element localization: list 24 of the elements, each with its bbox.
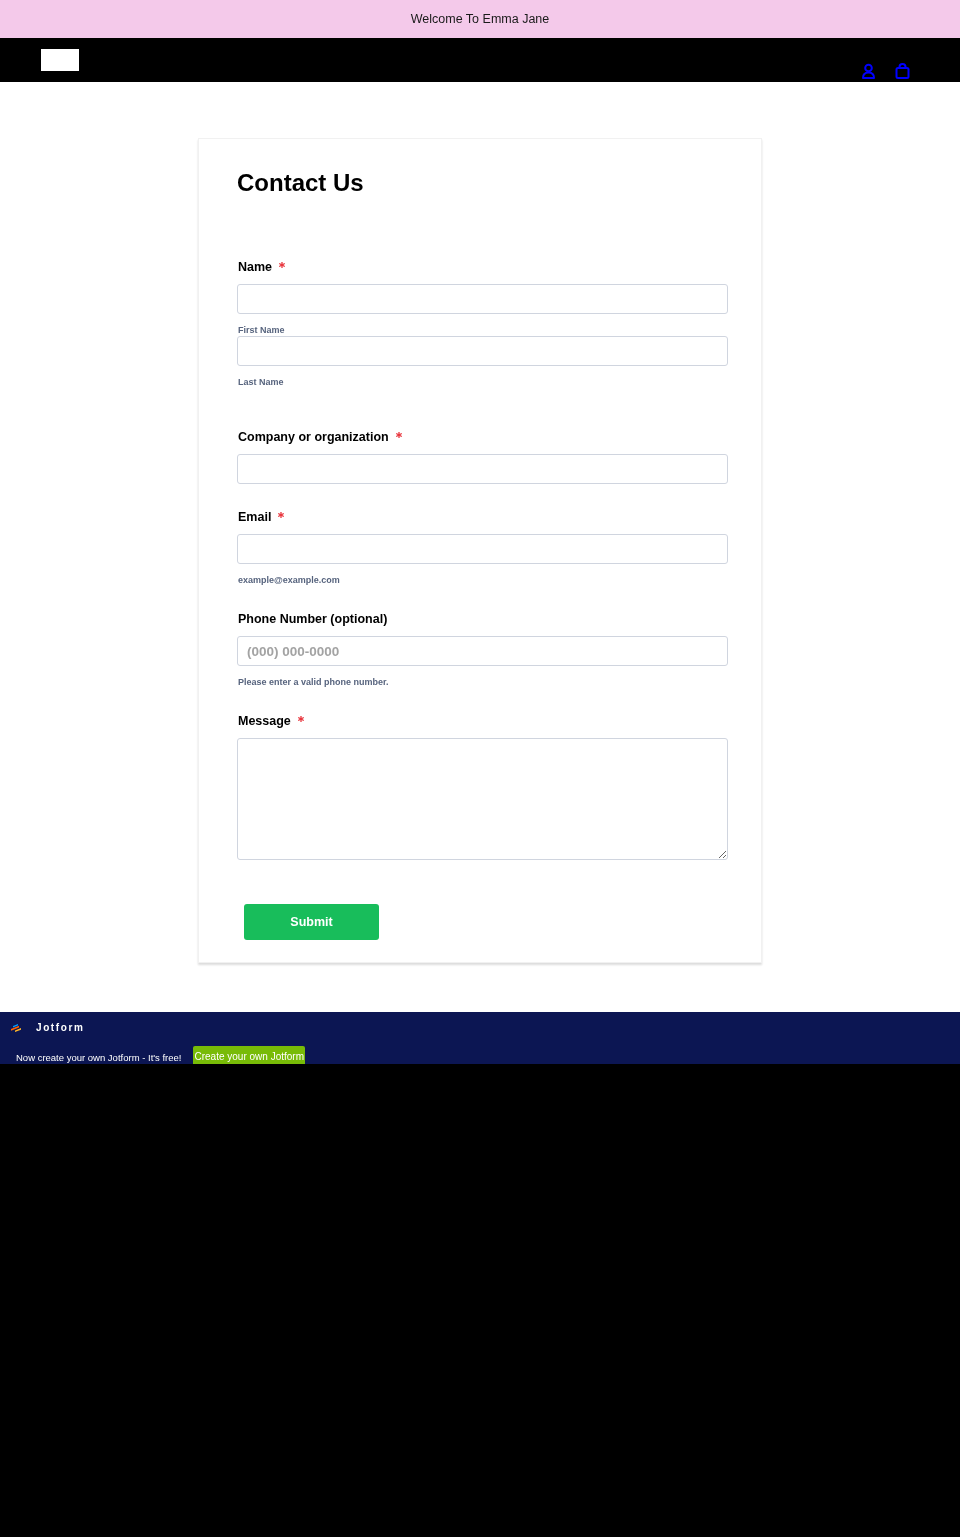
form-title: Contact Us <box>237 168 365 197</box>
logo-placeholder[interactable] <box>41 49 79 71</box>
field-label: Email <box>238 509 272 525</box>
brand-wordmark: Jotform <box>36 1022 85 1034</box>
announcement-text: Welcome To Emma Jane <box>410 10 550 28</box>
field-label: Message <box>238 713 291 729</box>
input-field[interactable]: (000) 000-0000 <box>237 636 728 666</box>
input-field[interactable] <box>237 534 728 564</box>
field-hint: Last Name <box>238 376 284 388</box>
field-hint: First Name <box>238 324 285 336</box>
field-label: Name <box>238 259 273 275</box>
create-form-button[interactable]: Create your own Jotform <box>193 1046 305 1064</box>
input-field[interactable] <box>237 336 728 366</box>
field-label: Phone Number (optional) <box>238 611 388 627</box>
account-icon[interactable] <box>861 63 876 79</box>
textarea-field[interactable] <box>237 738 728 860</box>
submit-button[interactable]: Submit <box>244 904 379 940</box>
field-hint: Please enter a valid phone number. <box>238 676 389 688</box>
field-label: Company or organization <box>238 429 389 445</box>
promo-text: Now create your own Jotform - It's free! <box>16 1052 182 1064</box>
input-field[interactable] <box>237 284 728 314</box>
input-field[interactable] <box>237 454 728 484</box>
field-hint: example@example.com <box>238 574 340 586</box>
shopping-bag-icon[interactable] <box>895 63 910 79</box>
